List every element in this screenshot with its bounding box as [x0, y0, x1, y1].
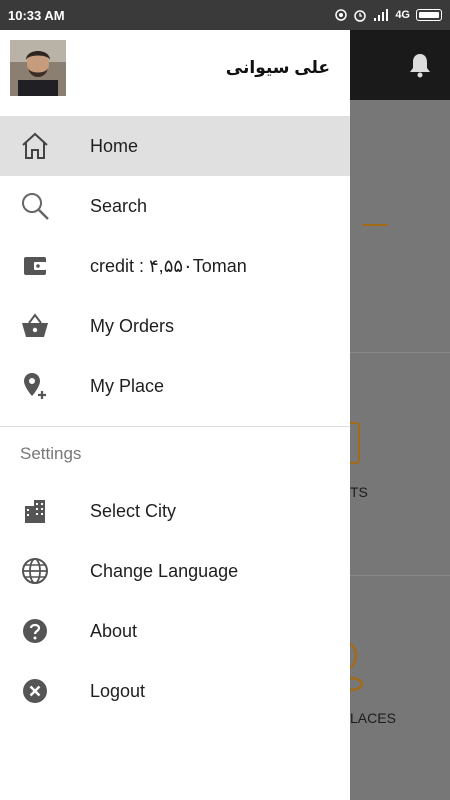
menu-item-about[interactable]: About	[0, 601, 350, 661]
search-icon	[20, 191, 50, 221]
wallet-icon	[20, 251, 50, 281]
menu-label: Home	[90, 135, 139, 156]
avatar-image	[10, 40, 66, 96]
settings-section-title: Settings	[20, 444, 82, 463]
close-circle-icon	[20, 676, 50, 706]
city-icon	[20, 496, 50, 526]
menu-item-credit[interactable]: credit : ۴,۵۵۰Toman	[0, 236, 350, 296]
signal-icon	[374, 9, 389, 21]
menu-item-change-language[interactable]: Change Language	[0, 541, 350, 601]
alarm-icon	[354, 10, 367, 22]
menu-label: About	[90, 620, 138, 641]
drawer-header: علی سیوانی	[0, 30, 350, 116]
add-location-icon	[20, 371, 50, 401]
menu-item-select-city[interactable]: Select City	[0, 481, 350, 541]
menu-label: Change Language	[90, 560, 239, 581]
menu-item-home[interactable]: Home	[0, 116, 350, 176]
network-type: 4G	[395, 9, 410, 21]
menu-label: My Place	[90, 375, 165, 396]
status-icons: 4G	[335, 8, 442, 22]
avatar[interactable]	[10, 40, 66, 96]
menu-label: Search	[90, 195, 148, 216]
menu-item-my-orders[interactable]: My Orders	[0, 296, 350, 356]
background-divider	[350, 575, 450, 576]
background-label-places: LACES	[350, 710, 396, 726]
background-accent	[362, 224, 388, 226]
background-divider	[350, 352, 450, 353]
basket-icon	[20, 311, 50, 341]
menu-item-my-place[interactable]: My Place	[0, 356, 350, 416]
menu-label: My Orders	[90, 315, 175, 336]
location-status-icon	[335, 9, 348, 21]
status-bar: 10:33 AM 4G	[0, 0, 450, 30]
status-time: 10:33 AM	[8, 7, 65, 23]
menu-item-logout[interactable]: Logout	[0, 661, 350, 721]
globe-icon	[20, 556, 50, 586]
navigation-drawer: علی سیوانی Home Search credit : ۴,۵۵۰Tom…	[0, 30, 350, 800]
menu-item-search[interactable]: Search	[0, 176, 350, 236]
background-label-events: TS	[350, 484, 368, 500]
menu-label: Select City	[90, 500, 177, 521]
home-icon	[20, 131, 50, 161]
battery-icon	[416, 9, 442, 21]
help-icon	[20, 616, 50, 646]
menu-label: Logout	[90, 680, 146, 701]
user-name: علی سیوانی	[225, 58, 330, 77]
notification-bell-icon	[410, 54, 430, 78]
menu-label: credit : ۴,۵۵۰Toman	[90, 255, 247, 276]
